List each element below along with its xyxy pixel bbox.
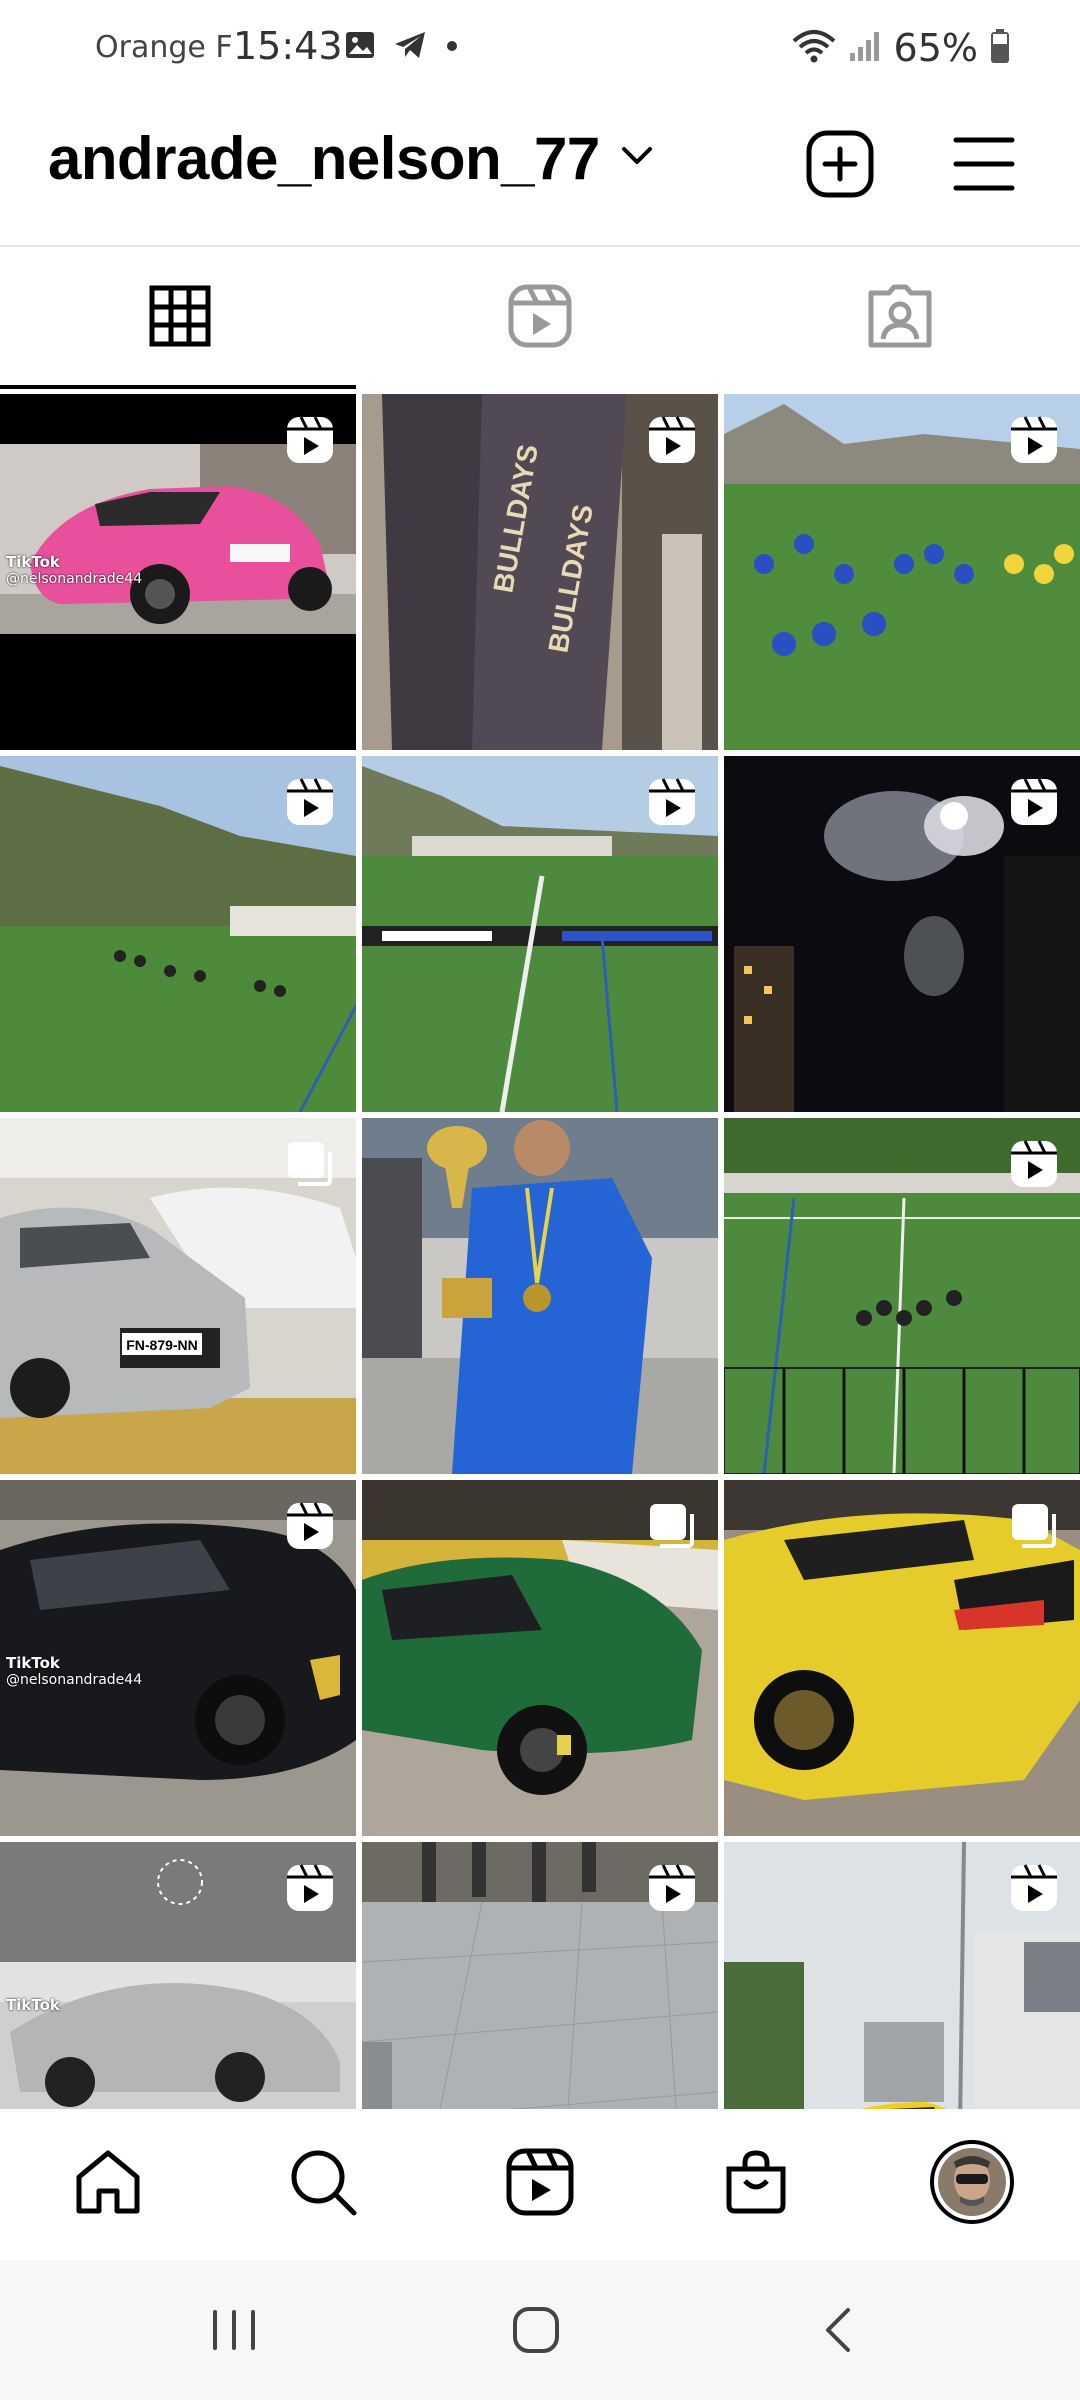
system-navigation-bar [0,2260,1080,2400]
tiktok-brand: TikTok [6,1996,60,2014]
battery-icon [990,28,1010,68]
menu-button[interactable] [944,126,1024,206]
recents-button[interactable] [204,2304,264,2360]
post-tile[interactable] [362,1480,718,1836]
post-tile[interactable] [724,756,1080,1112]
nav-shop[interactable] [716,2144,796,2224]
reel-icon [1008,1138,1060,1190]
post-thumbnail [362,1118,718,1474]
reel-icon [284,1500,336,1552]
carrier-label: Orange F [95,30,233,65]
reel-icon [646,776,698,828]
post-tile[interactable] [724,1842,1080,2109]
post-tile[interactable] [724,394,1080,750]
reel-icon [284,1862,336,1914]
post-tile[interactable]: BULLDAYS BULLDAYS [362,394,718,750]
post-tile[interactable] [362,1118,718,1474]
chevron-down-icon [620,145,654,172]
home-button[interactable] [508,2304,564,2360]
nav-profile[interactable] [930,2139,1014,2229]
wifi-icon [792,29,836,67]
notification-icons [345,30,459,64]
tab-tagged[interactable] [720,248,1080,388]
tiktok-brand: TikTok [6,1654,60,1672]
reel-icon [284,414,336,466]
system-status-icons: 65% [792,26,1010,70]
grid-icon [149,285,211,352]
post-tile[interactable] [362,756,718,1112]
nav-reels[interactable] [500,2144,580,2224]
tiktok-watermark: TikTok [6,1996,60,2014]
tiktok-watermark: TikTok @nelsonandrade44 [6,553,143,588]
battery-percent: 65% [893,26,978,70]
profile-avatar [930,2139,1014,2229]
dot-icon [445,38,459,57]
post-tile[interactable] [724,1118,1080,1474]
tagged-icon [867,283,933,354]
post-tile[interactable]: TikTok [0,1842,356,2109]
account-switcher[interactable]: andrade_nelson_77 [48,124,654,193]
home-button-icon [511,2305,561,2360]
carousel-icon [1008,1500,1060,1552]
telegram-icon [393,30,427,64]
create-post-button[interactable] [800,126,880,206]
profile-header: andrade_nelson_77 [0,110,1080,230]
nav-search[interactable] [283,2144,363,2224]
reel-icon [284,776,336,828]
active-tab-indicator [0,385,356,389]
gallery-icon [345,31,375,63]
nav-home[interactable] [68,2144,148,2224]
post-tile[interactable] [0,756,356,1112]
tiktok-handle: @nelsonandrade44 [6,571,143,588]
shop-icon [721,2147,791,2222]
post-tile[interactable] [362,1842,718,2109]
post-tile[interactable] [724,1480,1080,1836]
tab-grid[interactable] [0,248,360,388]
plus-square-icon [805,129,875,204]
carousel-icon [646,1500,698,1552]
post-tile[interactable]: TikTok @nelsonandrade44 [0,1480,356,1836]
signal-icon [848,29,882,67]
post-tile[interactable]: TikTok @nelsonandrade44 [0,394,356,750]
search-icon [288,2147,358,2222]
home-icon [73,2147,143,2222]
recents-icon [209,2308,259,2357]
tab-reels[interactable] [360,248,720,388]
hamburger-icon [952,134,1016,199]
reel-icon [646,414,698,466]
reel-icon [1008,414,1060,466]
posts-grid: TikTok @nelsonandrade44 BULLDAYS BULLDAY… [0,394,1080,2109]
instagram-profile-screen: Orange F 15:43 65% andrade_nelson_77 Tik… [0,0,1080,2400]
clock: 15:43 [233,24,343,68]
back-button[interactable] [818,2304,858,2360]
bottom-navigation [0,2110,1080,2260]
reel-icon [1008,1862,1060,1914]
reels-icon [507,283,573,354]
license-plate: FN-879-NN [126,1337,198,1353]
header-divider [0,245,1080,247]
tiktok-handle: @nelsonandrade44 [6,1672,143,1689]
profile-tabs [0,248,1080,388]
tiktok-brand: TikTok [6,553,60,571]
post-tile[interactable]: FN-879-NN [0,1118,356,1474]
reels-icon [505,2147,575,2222]
reel-icon [1008,776,1060,828]
username: andrade_nelson_77 [48,125,600,192]
carousel-icon [284,1138,336,1190]
status-bar: Orange F 15:43 65% [0,0,1080,96]
reel-icon [646,1862,698,1914]
tiktok-watermark: TikTok @nelsonandrade44 [6,1654,143,1689]
back-icon [822,2306,854,2359]
